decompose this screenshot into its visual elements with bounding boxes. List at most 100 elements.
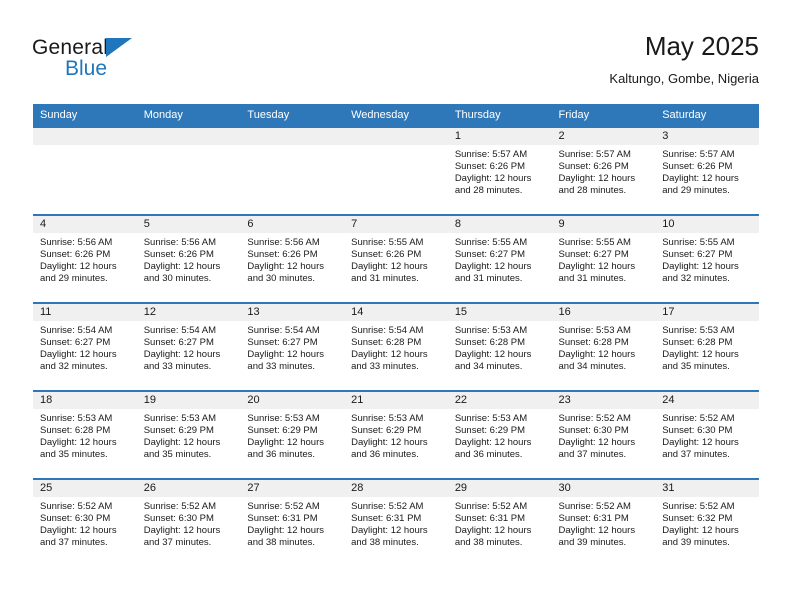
- calendar-day-cell[interactable]: 29 Sunrise: 5:52 AM Sunset: 6:31 PM Dayligh…: [447, 478, 552, 566]
- day-cell[interactable]: 23 Sunrise: 5:52 AM Sunset: 6:30 PM Dayligh…: [551, 390, 656, 478]
- calendar-day-cell[interactable]: 28 Sunrise: 5:52 AM Sunset: 6:31 PM Dayligh…: [344, 478, 448, 566]
- daylight-text: Daylight: 12 hours and 28 minutes.: [454, 173, 532, 197]
- calendar-day-cell[interactable]: 4 Sunrise: 5:56 AM Sunset: 6:26 PM Daylight…: [33, 214, 137, 302]
- day-cell[interactable]: 21 Sunrise: 5:53 AM Sunset: 6:29 PM Dayligh…: [344, 390, 448, 478]
- calendar-day-cell[interactable]: 24 Sunrise: 5:52 AM Sunset: 6:30 PM Dayligh…: [655, 390, 759, 478]
- sunrise-text: Sunrise: 5:57 AM: [662, 149, 735, 160]
- day-details: Sunrise: 5:53 AM Sunset: 6:28 PM Daylight:…: [448, 321, 552, 373]
- weekday-header-saturday: Saturday: [655, 104, 759, 126]
- day-cell[interactable]: 7 Sunrise: 5:55 AM Sunset: 6:26 PM Daylight…: [344, 214, 448, 302]
- day-details: Sunrise: 5:52 AM Sunset: 6:30 PM Daylight:…: [33, 497, 137, 549]
- day-cell[interactable]: 5 Sunrise: 5:56 AM Sunset: 6:26 PM Daylight…: [136, 214, 241, 302]
- calendar-day-cell[interactable]: 11 Sunrise: 5:54 AM Sunset: 6:27 PM Dayligh…: [33, 302, 137, 390]
- calendar-day-cell[interactable]: 7 Sunrise: 5:55 AM Sunset: 6:26 PM Daylight…: [344, 214, 448, 302]
- day-number: 12: [136, 304, 241, 321]
- day-cell[interactable]: 18 Sunrise: 5:53 AM Sunset: 6:28 PM Dayligh…: [33, 390, 137, 478]
- calendar-day-cell[interactable]: 8 Sunrise: 5:55 AM Sunset: 6:27 PM Daylight…: [447, 214, 552, 302]
- day-number: [240, 128, 345, 145]
- day-details: Sunrise: 5:52 AM Sunset: 6:30 PM Daylight:…: [655, 409, 759, 461]
- calendar-day-cell[interactable]: [33, 126, 137, 214]
- day-cell[interactable]: 19 Sunrise: 5:53 AM Sunset: 6:29 PM Dayligh…: [136, 390, 241, 478]
- day-cell[interactable]: 9 Sunrise: 5:55 AM Sunset: 6:27 PM Daylight…: [551, 214, 656, 302]
- day-cell[interactable]: 25 Sunrise: 5:52 AM Sunset: 6:30 PM Dayligh…: [33, 478, 137, 566]
- day-details: Sunrise: 5:56 AM Sunset: 6:26 PM Daylight:…: [137, 233, 241, 285]
- calendar-day-cell[interactable]: 18 Sunrise: 5:53 AM Sunset: 6:28 PM Dayligh…: [33, 390, 137, 478]
- calendar-day-cell[interactable]: [240, 126, 345, 214]
- day-cell-empty: [33, 126, 137, 214]
- day-cell[interactable]: 30 Sunrise: 5:52 AM Sunset: 6:31 PM Dayligh…: [551, 478, 656, 566]
- general-blue-logo[interactable]: General Blue: [32, 36, 172, 84]
- calendar-day-cell[interactable]: 6 Sunrise: 5:56 AM Sunset: 6:26 PM Daylight…: [240, 214, 345, 302]
- daylight-text: Daylight: 12 hours and 37 minutes.: [40, 525, 117, 549]
- day-cell[interactable]: 15 Sunrise: 5:53 AM Sunset: 6:28 PM Dayligh…: [447, 302, 552, 390]
- sunrise-text: Sunrise: 5:56 AM: [143, 237, 217, 248]
- day-cell[interactable]: 6 Sunrise: 5:56 AM Sunset: 6:26 PM Daylight…: [240, 214, 345, 302]
- day-cell[interactable]: 14 Sunrise: 5:54 AM Sunset: 6:28 PM Dayligh…: [344, 302, 448, 390]
- calendar-day-cell[interactable]: 23 Sunrise: 5:52 AM Sunset: 6:30 PM Dayligh…: [551, 390, 656, 478]
- sunset-text: Sunset: 6:27 PM: [454, 249, 526, 261]
- calendar-day-cell[interactable]: [344, 126, 448, 214]
- calendar-day-cell[interactable]: 9 Sunrise: 5:55 AM Sunset: 6:27 PM Daylight…: [551, 214, 656, 302]
- day-cell[interactable]: 8 Sunrise: 5:55 AM Sunset: 6:27 PM Daylight…: [447, 214, 552, 302]
- day-cell[interactable]: 13 Sunrise: 5:54 AM Sunset: 6:27 PM Dayligh…: [240, 302, 345, 390]
- day-cell[interactable]: 17 Sunrise: 5:53 AM Sunset: 6:28 PM Dayligh…: [655, 302, 759, 390]
- day-cell[interactable]: 16 Sunrise: 5:53 AM Sunset: 6:28 PM Dayligh…: [551, 302, 656, 390]
- sunrise-text: Sunrise: 5:56 AM: [247, 237, 320, 248]
- sunrise-text: Sunrise: 5:55 AM: [351, 237, 424, 248]
- day-details: Sunrise: 5:55 AM Sunset: 6:26 PM Daylight:…: [344, 233, 448, 285]
- day-cell[interactable]: 24 Sunrise: 5:52 AM Sunset: 6:30 PM Dayligh…: [655, 390, 759, 478]
- calendar-day-cell[interactable]: 13 Sunrise: 5:54 AM Sunset: 6:27 PM Dayligh…: [240, 302, 345, 390]
- day-cell[interactable]: 11 Sunrise: 5:54 AM Sunset: 6:27 PM Dayligh…: [33, 302, 137, 390]
- sunset-text: Sunset: 6:29 PM: [143, 425, 214, 437]
- weekday-header-friday: Friday: [551, 104, 656, 126]
- day-details: Sunrise: 5:52 AM Sunset: 6:30 PM Daylight:…: [552, 409, 656, 461]
- sunrise-text: Sunrise: 5:52 AM: [558, 501, 631, 512]
- calendar-day-cell[interactable]: 31 Sunrise: 5:52 AM Sunset: 6:32 PM Dayligh…: [655, 478, 759, 566]
- day-cell[interactable]: 12 Sunrise: 5:54 AM Sunset: 6:27 PM Dayligh…: [136, 302, 241, 390]
- calendar-day-cell[interactable]: 12 Sunrise: 5:54 AM Sunset: 6:27 PM Dayligh…: [136, 302, 241, 390]
- daylight-text: Daylight: 12 hours and 28 minutes.: [558, 173, 636, 197]
- calendar-day-cell[interactable]: 30 Sunrise: 5:52 AM Sunset: 6:31 PM Dayligh…: [551, 478, 656, 566]
- day-cell[interactable]: 1 Sunrise: 5:57 AM Sunset: 6:26 PM Daylight…: [447, 126, 552, 214]
- calendar-day-cell[interactable]: 22 Sunrise: 5:53 AM Sunset: 6:29 PM Dayligh…: [447, 390, 552, 478]
- calendar-day-cell[interactable]: 21 Sunrise: 5:53 AM Sunset: 6:29 PM Dayligh…: [344, 390, 448, 478]
- calendar-day-cell[interactable]: 17 Sunrise: 5:53 AM Sunset: 6:28 PM Dayligh…: [655, 302, 759, 390]
- day-number: 19: [136, 392, 241, 409]
- daylight-text: Daylight: 12 hours and 37 minutes.: [662, 437, 739, 461]
- calendar-day-cell[interactable]: 2 Sunrise: 5:57 AM Sunset: 6:26 PM Daylight…: [551, 126, 656, 214]
- calendar-day-cell[interactable]: 5 Sunrise: 5:56 AM Sunset: 6:26 PM Daylight…: [136, 214, 241, 302]
- daylight-text: Daylight: 12 hours and 29 minutes.: [40, 261, 117, 285]
- daylight-text: Daylight: 12 hours and 30 minutes.: [143, 261, 221, 285]
- day-cell[interactable]: 20 Sunrise: 5:53 AM Sunset: 6:29 PM Dayligh…: [240, 390, 345, 478]
- daylight-text: Daylight: 12 hours and 30 minutes.: [247, 261, 324, 285]
- sunset-text: Sunset: 6:26 PM: [143, 249, 214, 261]
- day-cell[interactable]: 29 Sunrise: 5:52 AM Sunset: 6:31 PM Dayligh…: [447, 478, 552, 566]
- day-cell[interactable]: 31 Sunrise: 5:52 AM Sunset: 6:32 PM Dayligh…: [655, 478, 759, 566]
- day-cell[interactable]: 3 Sunrise: 5:57 AM Sunset: 6:26 PM Daylight…: [655, 126, 759, 214]
- day-cell[interactable]: 4 Sunrise: 5:56 AM Sunset: 6:26 PM Daylight…: [33, 214, 137, 302]
- calendar-day-cell[interactable]: 10 Sunrise: 5:55 AM Sunset: 6:27 PM Dayligh…: [655, 214, 759, 302]
- day-cell[interactable]: 22 Sunrise: 5:53 AM Sunset: 6:29 PM Dayligh…: [447, 390, 552, 478]
- day-cell[interactable]: 2 Sunrise: 5:57 AM Sunset: 6:26 PM Daylight…: [551, 126, 656, 214]
- sunrise-text: Sunrise: 5:52 AM: [143, 501, 217, 512]
- calendar-page: General Blue May 2025 Kaltungo, Gombe, N…: [0, 0, 792, 612]
- day-cell[interactable]: 10 Sunrise: 5:55 AM Sunset: 6:27 PM Dayligh…: [655, 214, 759, 302]
- calendar-day-cell[interactable]: [136, 126, 241, 214]
- day-details: Sunrise: 5:52 AM Sunset: 6:31 PM Daylight:…: [240, 497, 344, 549]
- day-cell[interactable]: 26 Sunrise: 5:52 AM Sunset: 6:30 PM Dayligh…: [136, 478, 241, 566]
- day-cell[interactable]: 27 Sunrise: 5:52 AM Sunset: 6:31 PM Dayligh…: [240, 478, 345, 566]
- calendar-day-cell[interactable]: 19 Sunrise: 5:53 AM Sunset: 6:29 PM Dayligh…: [136, 390, 241, 478]
- calendar-week-row: 11 Sunrise: 5:54 AM Sunset: 6:27 PM Dayligh…: [33, 302, 759, 390]
- day-details: Sunrise: 5:54 AM Sunset: 6:27 PM Daylight:…: [33, 321, 137, 373]
- day-cell[interactable]: 28 Sunrise: 5:52 AM Sunset: 6:31 PM Dayligh…: [344, 478, 448, 566]
- calendar-day-cell[interactable]: 3 Sunrise: 5:57 AM Sunset: 6:26 PM Daylight…: [655, 126, 759, 214]
- calendar-day-cell[interactable]: 15 Sunrise: 5:53 AM Sunset: 6:28 PM Dayligh…: [447, 302, 552, 390]
- sunrise-text: Sunrise: 5:54 AM: [351, 325, 424, 336]
- calendar-day-cell[interactable]: 16 Sunrise: 5:53 AM Sunset: 6:28 PM Dayligh…: [551, 302, 656, 390]
- calendar-day-cell[interactable]: 14 Sunrise: 5:54 AM Sunset: 6:28 PM Dayligh…: [344, 302, 448, 390]
- calendar-day-cell[interactable]: 27 Sunrise: 5:52 AM Sunset: 6:31 PM Dayligh…: [240, 478, 345, 566]
- calendar-day-cell[interactable]: 26 Sunrise: 5:52 AM Sunset: 6:30 PM Dayligh…: [136, 478, 241, 566]
- calendar-day-cell[interactable]: 25 Sunrise: 5:52 AM Sunset: 6:30 PM Dayligh…: [33, 478, 137, 566]
- calendar-day-cell[interactable]: 20 Sunrise: 5:53 AM Sunset: 6:29 PM Dayligh…: [240, 390, 345, 478]
- calendar-day-cell[interactable]: 1 Sunrise: 5:57 AM Sunset: 6:26 PM Daylight…: [447, 126, 552, 214]
